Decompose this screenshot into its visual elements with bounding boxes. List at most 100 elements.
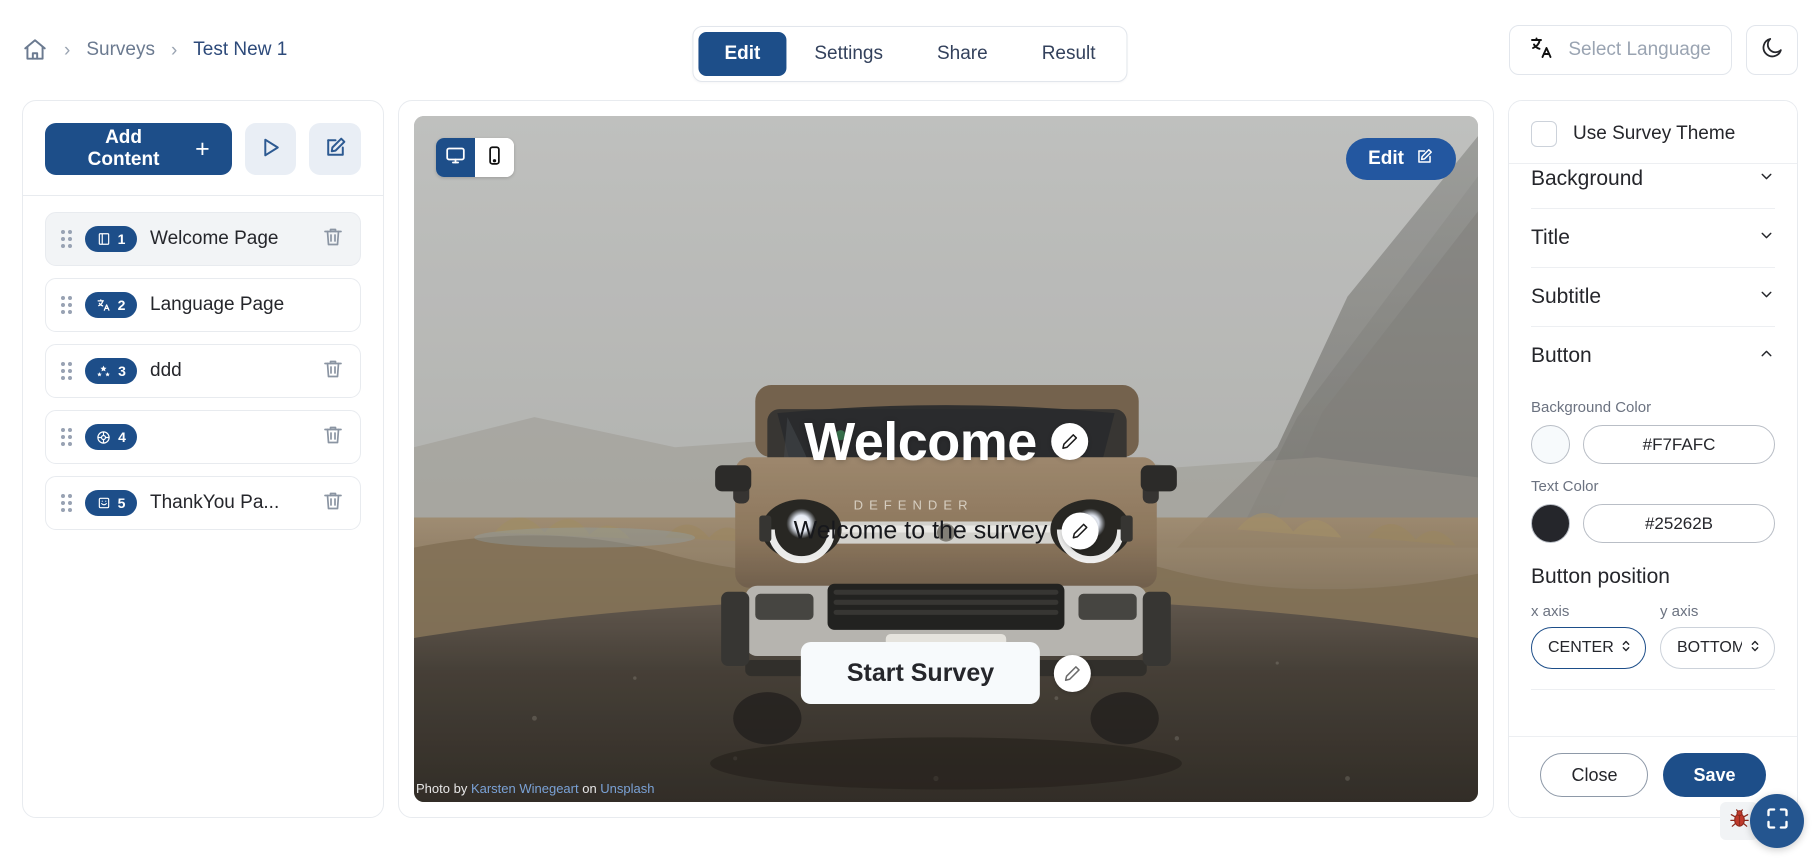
page-item-ddd[interactable]: 3 ddd: [45, 344, 361, 398]
tab-result[interactable]: Result: [1016, 32, 1122, 76]
edit-subtitle-button[interactable]: [1061, 512, 1099, 550]
preview-canvas: DEFENDER Edit Welcome Welcome to the sur…: [414, 116, 1478, 802]
edit-button-style-button[interactable]: [1054, 654, 1092, 692]
x-axis-label: x axis: [1531, 603, 1570, 620]
settings-scroll-area[interactable]: Background Title Subtitle Button Backgro…: [1509, 164, 1797, 736]
breadcrumb-separator-2: ›: [170, 39, 178, 61]
text-color-label: Text Color: [1531, 478, 1599, 495]
page-number: 2: [117, 297, 126, 313]
add-content-label: Add Content: [87, 127, 160, 170]
moon-icon: [1760, 35, 1785, 65]
page-label: ddd: [150, 360, 182, 381]
section-background-label: Background: [1531, 167, 1644, 190]
save-button[interactable]: Save: [1663, 753, 1766, 797]
page-item-thankyou[interactable]: 5 ThankYou Pa...: [45, 476, 361, 530]
page-item-4[interactable]: 4: [45, 410, 361, 464]
drag-handle-icon[interactable]: [61, 230, 72, 248]
thankyou-page-icon: [97, 496, 111, 510]
select-language-label: Select Language: [1568, 39, 1711, 60]
background-color-swatch[interactable]: [1531, 425, 1570, 464]
start-survey-button[interactable]: Start Survey: [800, 642, 1041, 704]
x-axis-value: CENTER: [1548, 639, 1613, 656]
drag-handle-icon[interactable]: [61, 296, 72, 314]
breadcrumb-separator-1: ›: [64, 39, 71, 61]
y-axis-value: BOTTOM: [1677, 639, 1742, 656]
divider: [1531, 689, 1775, 690]
breadcrumb: › Surveys › Test New 1: [22, 37, 287, 63]
pencil-icon: [1072, 523, 1088, 539]
section-title-label: Title: [1531, 226, 1570, 249]
delete-page-icon[interactable]: [321, 489, 345, 518]
rename-survey-button[interactable]: [309, 123, 362, 175]
photo-credit: Photo by Karsten Winegeart on Unsplash: [414, 781, 655, 796]
welcome-title-group: Welcome: [804, 411, 1088, 473]
desktop-icon: [445, 145, 466, 171]
page-item-welcome[interactable]: 1 Welcome Page: [45, 212, 361, 266]
use-survey-theme-checkbox[interactable]: [1531, 121, 1557, 147]
translate-icon: [97, 298, 111, 312]
welcome-subtitle-group: Welcome to the survey: [793, 512, 1099, 550]
page-item-language[interactable]: 2 Language Page: [45, 278, 361, 332]
plus-icon: +: [195, 134, 210, 163]
section-title[interactable]: Title: [1531, 209, 1775, 267]
text-color-swatch[interactable]: [1531, 504, 1570, 543]
credit-author-link[interactable]: Karsten Winegeart: [471, 781, 579, 796]
fullscreen-scan-icon: [1764, 805, 1791, 837]
page-label: Language Page: [150, 294, 285, 315]
preview-panel: DEFENDER Edit Welcome Welcome to the sur…: [398, 100, 1494, 818]
page-badge: 4: [85, 424, 137, 450]
translate-icon: [1530, 36, 1554, 65]
delete-page-icon[interactable]: [321, 357, 345, 386]
credit-source-link[interactable]: Unsplash: [600, 781, 654, 796]
page-label: ThankYou Pa...: [150, 492, 280, 513]
device-desktop-button[interactable]: [436, 138, 475, 177]
section-button-label: Button: [1531, 344, 1592, 367]
drag-handle-icon[interactable]: [61, 494, 72, 512]
mobile-icon: [484, 145, 505, 171]
edit-pencil-square-icon: [323, 135, 348, 163]
close-button[interactable]: Close: [1540, 753, 1649, 797]
stars-rating-icon: [96, 364, 111, 379]
tab-settings[interactable]: Settings: [788, 32, 909, 76]
x-axis-select[interactable]: CENTER: [1531, 627, 1646, 669]
sidebar-toolbar: Add Content +: [23, 101, 383, 195]
settings-panel: Use Survey Theme Background Title Subtit…: [1508, 100, 1798, 818]
welcome-subtitle: Welcome to the survey: [793, 516, 1048, 545]
add-content-button[interactable]: Add Content +: [45, 123, 232, 175]
chevron-updown-icon: [1619, 638, 1633, 659]
device-preview-toggle: [436, 138, 514, 177]
breadcrumb-item-surveys[interactable]: Surveys: [86, 39, 155, 61]
edit-title-button[interactable]: [1050, 423, 1088, 461]
text-color-value[interactable]: #25262B: [1583, 504, 1775, 543]
preview-play-button[interactable]: [244, 123, 297, 175]
chevron-down-icon: [1758, 227, 1775, 249]
dark-mode-toggle[interactable]: [1746, 25, 1798, 75]
device-mobile-button[interactable]: [475, 138, 514, 177]
bug-icon: [1728, 807, 1751, 835]
section-button[interactable]: Button: [1531, 327, 1775, 385]
section-background[interactable]: Background: [1531, 164, 1775, 208]
page-badge: 5: [85, 490, 137, 516]
start-survey-group: Start Survey: [800, 642, 1092, 704]
y-axis-select[interactable]: BOTTOM: [1660, 627, 1775, 669]
breadcrumb-item-current[interactable]: Test New 1: [193, 39, 287, 61]
select-language-button[interactable]: Select Language: [1509, 25, 1732, 75]
background-color-row: #F7FAFC: [1531, 425, 1775, 464]
tab-share[interactable]: Share: [911, 32, 1014, 76]
home-icon[interactable]: [22, 37, 48, 63]
credit-prefix: Photo by: [416, 781, 471, 796]
chevron-down-icon: [1758, 168, 1775, 190]
drag-handle-icon[interactable]: [61, 428, 72, 446]
background-color-value[interactable]: #F7FAFC: [1583, 425, 1775, 464]
tab-edit[interactable]: Edit: [698, 32, 787, 76]
section-subtitle[interactable]: Subtitle: [1531, 268, 1775, 326]
pencil-icon: [1065, 665, 1081, 681]
play-icon: [258, 135, 283, 163]
preview-edit-button[interactable]: Edit: [1346, 138, 1456, 180]
delete-page-icon[interactable]: [321, 423, 345, 452]
fullscreen-button[interactable]: [1750, 794, 1804, 848]
delete-page-icon[interactable]: [321, 225, 345, 254]
page-badge: 2: [85, 292, 137, 318]
y-axis-label: y axis: [1660, 603, 1699, 620]
drag-handle-icon[interactable]: [61, 362, 72, 380]
